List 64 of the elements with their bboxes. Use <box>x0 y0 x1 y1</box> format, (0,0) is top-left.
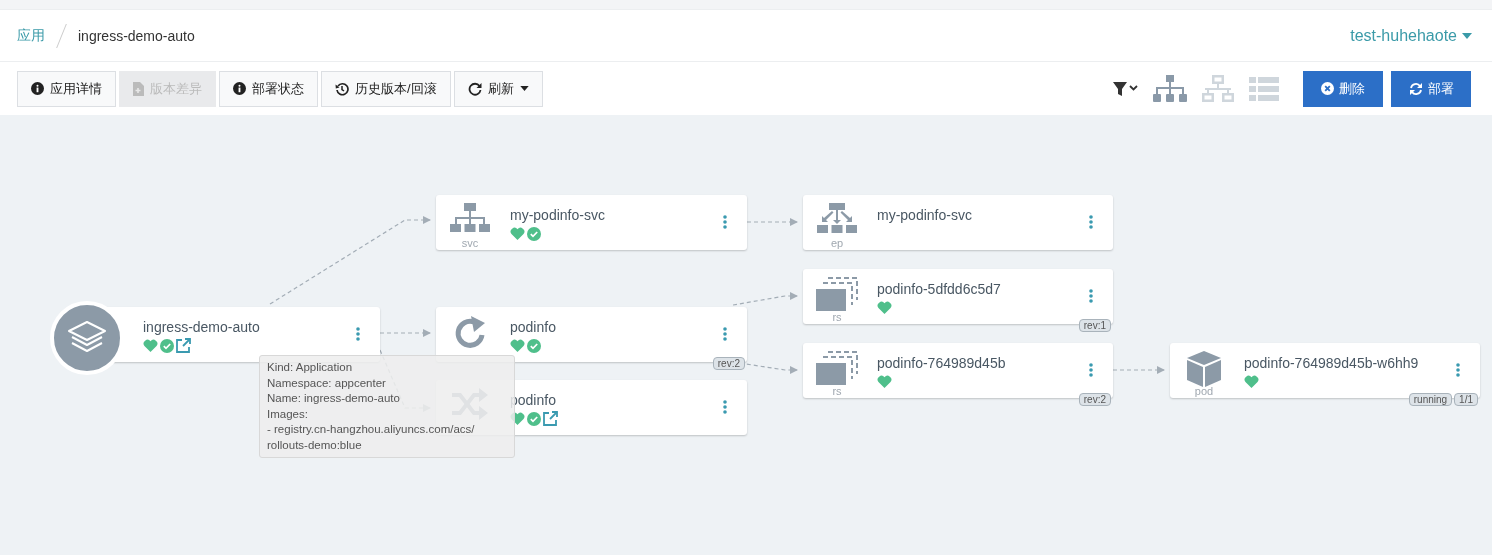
info-icon <box>31 82 44 95</box>
toolbar-button[interactable]: 部署状态 <box>219 70 318 107</box>
breadcrumb-current: ingress-demo-auto <box>78 27 195 44</box>
info-icon <box>233 82 246 95</box>
more-menu-icon[interactable] <box>356 327 360 341</box>
status-tag: rev:1 <box>1078 319 1111 332</box>
edge-arrow <box>746 218 798 226</box>
more-menu-icon[interactable] <box>1089 215 1093 229</box>
hierarchy-icon <box>450 203 490 235</box>
hierarchy-arrows-icon <box>817 203 857 235</box>
status-tag: 1/1 <box>1454 393 1478 406</box>
node-card[interactable] <box>436 195 747 250</box>
history-icon <box>335 81 349 96</box>
sync-icon <box>1408 81 1423 96</box>
tooltip-line: Kind: Application <box>267 360 354 375</box>
node-name: podinfo-764989d45b-w6hh9 <box>1244 355 1419 371</box>
node-card[interactable] <box>803 195 1113 250</box>
kind-label: rs <box>832 310 842 324</box>
kind-label: rs <box>832 384 842 398</box>
breadcrumb-link[interactable]: 应用 <box>17 26 45 45</box>
node-name: my-podinfo-svc <box>877 207 972 223</box>
status-tag: running <box>1408 393 1453 406</box>
status-tag: rev:2 <box>712 357 745 370</box>
node-name: podinfo <box>510 392 557 408</box>
file-icon <box>133 81 144 96</box>
kind-label: ep <box>830 236 844 250</box>
node-name: podinfo <box>510 319 556 335</box>
kind-label: pod <box>1194 384 1214 398</box>
edge-arrow <box>1112 366 1165 374</box>
caret-icon <box>1462 32 1472 39</box>
toolbar-button[interactable]: 历史版本/回滚 <box>321 70 451 107</box>
tooltip-line: - registry.cn-hangzhou.aliyuncs.com/acs/ <box>267 422 476 437</box>
node-name: my-podinfo-svc <box>510 207 605 223</box>
toolbar-button[interactable]: 应用详情 <box>17 70 116 107</box>
refresh-icon <box>467 81 482 96</box>
status-tag: rev:2 <box>1078 393 1111 406</box>
more-menu-icon[interactable] <box>1456 363 1460 377</box>
tooltip-line: Images: <box>267 406 309 422</box>
edge-arrow <box>379 329 431 337</box>
node-name: podinfo-5dfdd6c5d7 <box>877 281 1001 297</box>
node-name: podinfo-764989d45b <box>877 355 1006 371</box>
tree-view-icon[interactable] <box>1153 74 1187 103</box>
tooltip-line: rollouts-demo:blue <box>267 437 363 453</box>
stacked-boxes-icon <box>816 277 858 311</box>
node-name: ingress-demo-auto <box>143 319 260 335</box>
action-button[interactable]: 部署 <box>1391 70 1471 107</box>
edge-arrow <box>732 292 798 306</box>
kind-label: svc <box>461 236 479 250</box>
stacked-boxes-icon <box>816 351 858 385</box>
tooltip-line: Namespace: appcenter <box>267 375 387 391</box>
tooltip-line: Name: ingress-demo-auto <box>267 391 401 406</box>
external-link-icon[interactable] <box>176 338 191 353</box>
external-link-icon[interactable] <box>543 411 558 426</box>
more-menu-icon[interactable] <box>723 215 727 229</box>
more-menu-icon[interactable] <box>723 400 727 414</box>
more-menu-icon[interactable] <box>723 327 727 341</box>
toolbar-button[interactable]: 刷新 <box>453 70 543 107</box>
cluster-dropdown[interactable]: test-huhehaote <box>1350 26 1472 45</box>
close-icon <box>1321 82 1334 95</box>
filter-icon[interactable] <box>1113 80 1139 97</box>
cube-icon <box>1187 351 1221 387</box>
action-button[interactable]: 删除 <box>1303 70 1383 107</box>
more-menu-icon[interactable] <box>1089 363 1093 377</box>
more-menu-icon[interactable] <box>1089 289 1093 303</box>
